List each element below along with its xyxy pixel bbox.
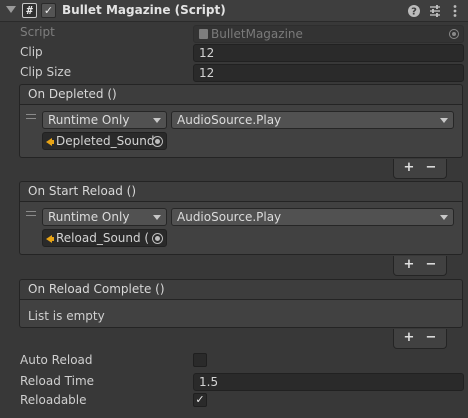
object-picker-icon xyxy=(449,29,459,39)
chevron-down-icon xyxy=(153,215,161,220)
drag-handle-icon[interactable] xyxy=(26,211,36,216)
add-button[interactable]: + xyxy=(399,330,419,346)
help-icon[interactable]: ? xyxy=(406,3,422,19)
runtime-mode-value: Runtime Only xyxy=(48,210,130,224)
on-reload-complete-header: On Reload Complete () xyxy=(19,279,463,300)
script-field: BulletMagazine xyxy=(193,25,464,43)
script-icon: # xyxy=(22,3,37,18)
clip-size-label: Clip Size xyxy=(20,65,72,79)
chevron-down-icon xyxy=(153,118,161,123)
component-header: # ✓ Bullet Magazine (Script) ? xyxy=(0,0,468,22)
script-asset-icon xyxy=(199,29,208,39)
component-enabled-checkbox[interactable]: ✓ xyxy=(41,3,56,18)
auto-reload-checkbox[interactable] xyxy=(193,353,207,367)
audio-source-icon xyxy=(46,138,54,146)
script-value: BulletMagazine xyxy=(211,27,303,41)
function-dropdown[interactable]: AudioSource.Play xyxy=(171,208,454,226)
list-add-remove: + − xyxy=(393,159,447,179)
target-object-field[interactable]: Depleted_Sound xyxy=(42,132,167,150)
add-button[interactable]: + xyxy=(399,160,419,176)
drag-handle-icon[interactable] xyxy=(26,114,36,119)
audio-source-icon xyxy=(46,235,54,243)
object-picker-icon[interactable] xyxy=(152,233,163,244)
target-object-value: Depleted_Sound xyxy=(56,134,155,148)
reloadable-label: Reloadable xyxy=(20,393,87,407)
list-empty-text: List is empty xyxy=(28,309,105,323)
remove-button[interactable]: − xyxy=(421,257,441,273)
on-start-reload-list: Runtime Only AudioSource.Play Reload_Sou… xyxy=(19,202,463,255)
runtime-mode-value: Runtime Only xyxy=(48,113,130,127)
target-object-field[interactable]: Reload_Sound ( xyxy=(42,229,167,247)
remove-button[interactable]: − xyxy=(421,160,441,176)
reload-time-label: Reload Time xyxy=(20,374,95,388)
on-start-reload-header: On Start Reload () xyxy=(19,181,463,202)
context-menu-icon[interactable] xyxy=(447,3,463,19)
reload-time-input[interactable]: 1.5 xyxy=(193,373,464,391)
on-depleted-header: On Depleted () xyxy=(19,84,463,105)
function-value: AudioSource.Play xyxy=(177,210,282,224)
foldout-arrow-icon[interactable] xyxy=(6,6,16,13)
reloadable-checkbox[interactable]: ✓ xyxy=(193,393,207,407)
clip-label: Clip xyxy=(20,45,43,59)
chevron-down-icon xyxy=(440,215,448,220)
on-depleted-list: Runtime Only AudioSource.Play Depleted_S… xyxy=(19,105,463,158)
object-picker-icon[interactable] xyxy=(152,136,163,147)
remove-button[interactable]: − xyxy=(421,330,441,346)
list-add-remove: + − xyxy=(393,256,447,276)
function-dropdown[interactable]: AudioSource.Play xyxy=(171,111,454,129)
preset-sliders-icon[interactable] xyxy=(427,3,443,19)
add-button[interactable]: + xyxy=(399,257,419,273)
clip-input[interactable]: 12 xyxy=(193,44,464,62)
component-title: Bullet Magazine (Script) xyxy=(62,3,226,17)
auto-reload-label: Auto Reload xyxy=(20,353,93,367)
target-object-value: Reload_Sound ( xyxy=(56,231,150,245)
script-label: Script xyxy=(20,25,55,39)
svg-text:?: ? xyxy=(411,7,417,18)
runtime-mode-dropdown[interactable]: Runtime Only xyxy=(42,111,167,129)
clip-size-input[interactable]: 12 xyxy=(193,64,464,82)
chevron-down-icon xyxy=(440,118,448,123)
function-value: AudioSource.Play xyxy=(177,113,282,127)
runtime-mode-dropdown[interactable]: Runtime Only xyxy=(42,208,167,226)
list-add-remove: + − xyxy=(393,329,447,349)
